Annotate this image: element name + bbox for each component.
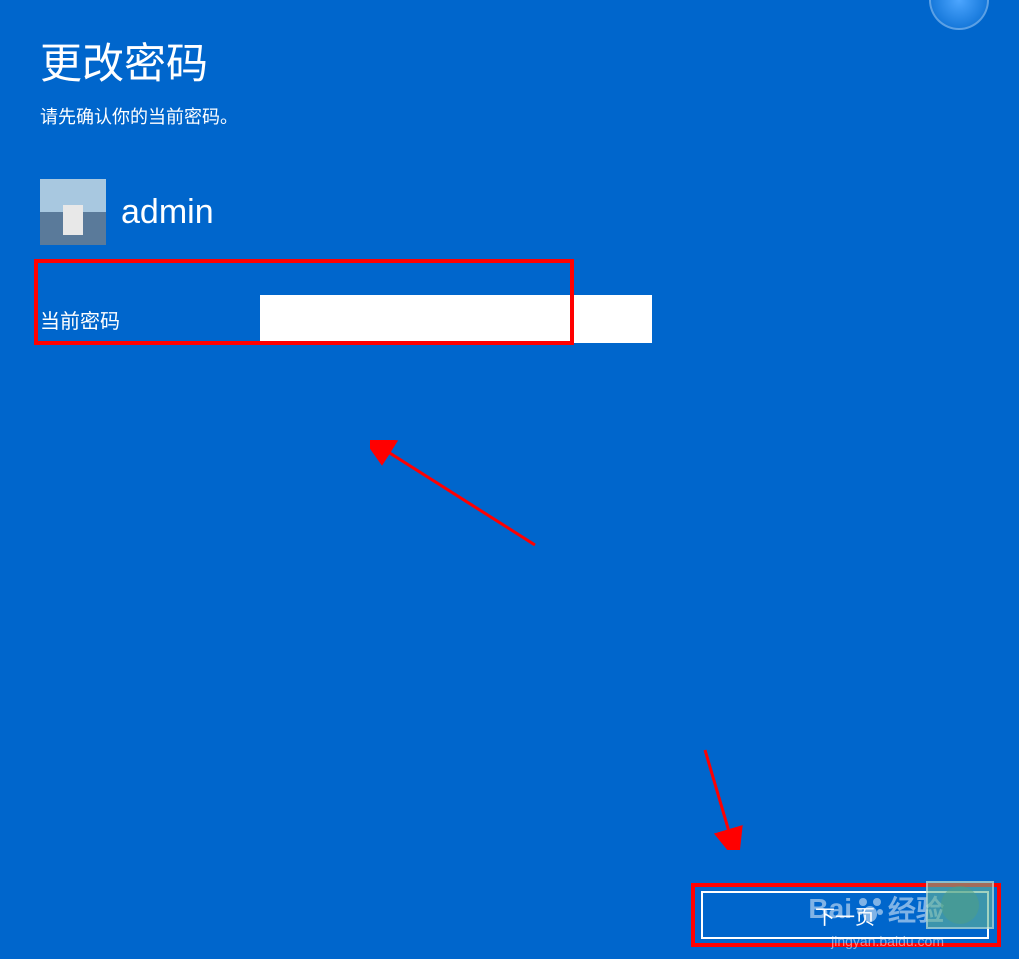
watermark-url: jingyan.baidu.com	[831, 933, 944, 949]
main-container: 更改密码 请先确认你的当前密码。 admin 当前密码	[0, 0, 1019, 393]
password-row: 当前密码	[40, 295, 979, 343]
arrow-annotation-1	[370, 440, 550, 560]
arrow-annotation-2	[695, 740, 755, 850]
page-title: 更改密码	[40, 30, 979, 91]
watermark-text-1: Bai	[808, 893, 852, 925]
paw-icon	[855, 894, 885, 924]
user-section: admin	[40, 179, 979, 245]
watermark-7	[926, 881, 994, 929]
watermark-baidu: Bai 经验	[808, 889, 944, 929]
username: admin	[121, 193, 214, 232]
current-password-label: 当前密码	[40, 305, 260, 334]
avatar	[40, 179, 106, 245]
page-subtitle: 请先确认你的当前密码。	[40, 103, 979, 129]
current-password-input[interactable]	[260, 295, 652, 343]
